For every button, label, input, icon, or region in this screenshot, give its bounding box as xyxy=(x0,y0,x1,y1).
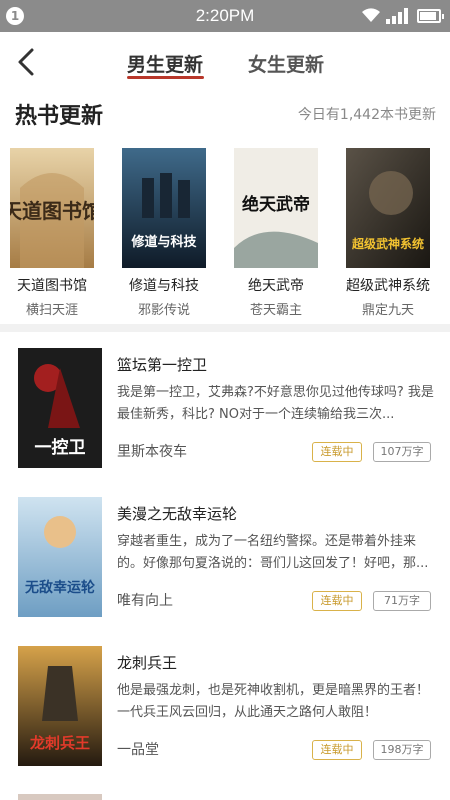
wifi-icon xyxy=(362,8,380,22)
next-book-cover-partial xyxy=(18,794,102,800)
active-tab-indicator xyxy=(127,76,204,79)
section-divider xyxy=(0,324,450,332)
svg-text:绝天武帝: 绝天武帝 xyxy=(242,194,310,215)
book-description: 他是最强龙刺，也是死神收割机，更是暗黑界的王者！一代兵王风云回归，从此通天之路何… xyxy=(117,683,430,720)
book-cover: 无敌幸运轮 xyxy=(18,497,102,617)
book-author: 里斯本夜车 xyxy=(117,444,187,460)
hot-book-author: 鼎定九天 xyxy=(361,303,414,318)
book-cover: 一控卫 xyxy=(18,348,102,468)
svg-text:修道与科技: 修道与科技 xyxy=(130,234,197,250)
hot-book-title: 修道与科技 xyxy=(129,278,199,294)
hot-book-author: 邪影传说 xyxy=(137,303,190,318)
update-count: 今日有1,442本书更新 xyxy=(297,107,436,123)
tab-men-updates[interactable]: 男生更新 xyxy=(127,50,203,77)
hot-book-title: 超级武神系统 xyxy=(346,278,430,294)
book-description: 我是第一控卫，艾弗森?不好意思你见过他传球吗? 我是最佳新秀，科比? NO对于一… xyxy=(117,385,434,422)
list-item[interactable]: 龙刺兵王 龙刺兵王 他是最强龙刺，也是死神收割机，更是暗黑界的王者！一代兵王风云… xyxy=(0,646,450,796)
book-cover: 天道图书馆 xyxy=(10,148,94,268)
list-item[interactable]: 无敌幸运轮 美漫之无敌幸运轮 穿越者重生，成为了一名纽约警探。还是带着外挂来的。… xyxy=(0,497,450,647)
book-title: 篮坛第一控卫 xyxy=(117,356,208,374)
hot-book-title: 天道图书馆 xyxy=(17,278,87,294)
book-author: 一品堂 xyxy=(117,742,159,758)
status-time: 2:20PM xyxy=(195,6,255,25)
tab-women-updates[interactable]: 女生更新 xyxy=(248,50,324,77)
status-badge: 连载中 xyxy=(312,442,362,462)
list-item[interactable]: 一控卫 篮坛第一控卫 我是第一控卫，艾弗森?不好意思你见过他传球吗? 我是最佳新… xyxy=(0,348,450,498)
book-author: 唯有向上 xyxy=(117,593,173,609)
header: 男生更新 女生更新 xyxy=(0,32,450,92)
word-count-badge: 107万字 xyxy=(373,442,431,462)
book-cover: 修道与科技 xyxy=(122,148,206,268)
book-cover: 龙刺兵王 xyxy=(18,646,102,766)
book-title: 龙刺兵王 xyxy=(117,654,178,672)
hot-book-author: 苍天霸主 xyxy=(249,303,302,318)
status-badge: 连载中 xyxy=(312,591,362,611)
book-cover: 超级武神系统 xyxy=(346,148,430,268)
battery-icon xyxy=(417,9,444,23)
status-badge: 连载中 xyxy=(312,740,362,760)
word-count-badge: 71万字 xyxy=(373,591,431,611)
hot-book-title: 绝天武帝 xyxy=(248,278,304,294)
svg-text:无敌幸运轮: 无敌幸运轮 xyxy=(24,579,95,596)
hot-book-author: 横扫天涯 xyxy=(25,303,78,318)
hot-books-row: 天道图书馆 天道图书馆 横扫天涯 修道与科技 修道与科技 邪影传说 绝天武帝 绝… xyxy=(0,148,450,320)
status-bar: 1 2:20PM xyxy=(0,0,450,32)
svg-text:龙刺兵王: 龙刺兵王 xyxy=(29,734,90,752)
svg-text:天道图书馆: 天道图书馆 xyxy=(10,199,94,223)
back-arrow-icon[interactable] xyxy=(14,46,40,78)
section-title-hot: 热书更新 xyxy=(15,103,104,129)
book-title: 美漫之无敌幸运轮 xyxy=(117,505,238,523)
svg-text:超级武神系统: 超级武神系统 xyxy=(351,236,424,251)
book-cover: 绝天武帝 xyxy=(234,148,318,268)
svg-text:一控卫: 一控卫 xyxy=(35,437,86,458)
word-count-badge: 198万字 xyxy=(373,740,431,760)
signal-icon xyxy=(386,8,408,24)
book-description: 穿越者重生，成为了一名纽约警探。还是带着外挂来的。好像那句夏洛说的：哥们儿这回发… xyxy=(117,534,429,571)
